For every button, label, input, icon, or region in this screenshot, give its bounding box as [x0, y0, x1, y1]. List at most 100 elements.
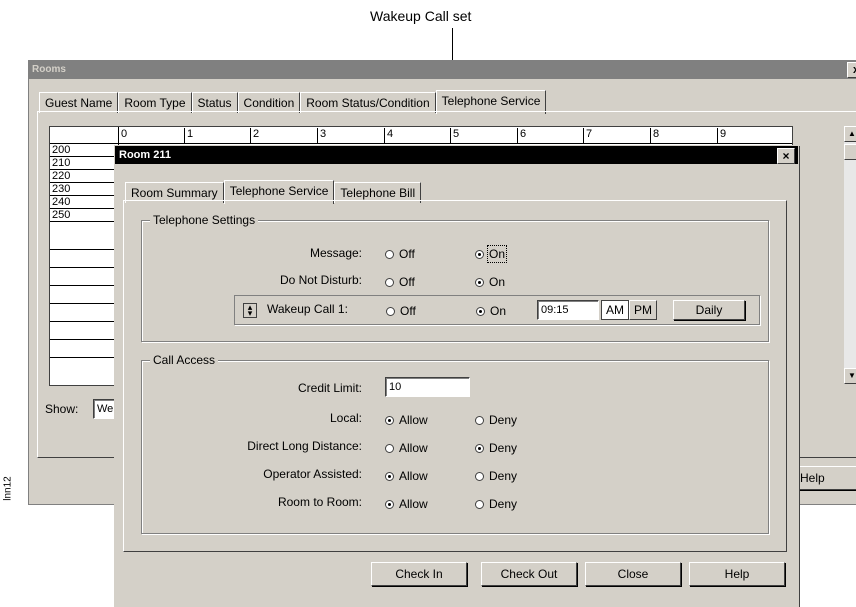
radio-label: On	[486, 245, 508, 263]
tab-room-status-condition[interactable]: Room Status/Condition	[300, 92, 436, 113]
radio-selected-icon	[475, 277, 484, 287]
radio-icon	[385, 443, 394, 453]
tab-room-type[interactable]: Room Type	[118, 92, 192, 113]
operator-allow-radio[interactable]: Allow	[385, 469, 428, 483]
radio-label: Allow	[399, 469, 428, 483]
room-row[interactable]	[50, 327, 118, 340]
dialog-close-icon[interactable]: ×	[777, 148, 795, 164]
room-row[interactable]	[50, 237, 118, 250]
room-row[interactable]	[50, 255, 118, 268]
dld-allow-radio[interactable]: Allow	[385, 441, 428, 455]
radio-selected-icon	[475, 249, 484, 259]
wakeup-time-input[interactable]: 09:15	[537, 300, 599, 320]
operator-deny-radio[interactable]: Deny	[475, 469, 517, 483]
rooms-help-button[interactable]: Help	[795, 466, 856, 490]
call-access-title: Call Access	[150, 353, 219, 367]
radio-selected-icon	[385, 471, 394, 481]
radio-label: Off	[400, 304, 416, 318]
tab-condition[interactable]: Condition	[237, 92, 301, 113]
hour-header: 1	[184, 128, 193, 143]
hour-header: 5	[450, 128, 459, 143]
hour-header: 7	[583, 128, 592, 143]
room-row[interactable]: 200	[50, 144, 118, 157]
radio-label: Deny	[489, 413, 518, 427]
room-to-room-label: Room to Room:	[277, 495, 362, 509]
dnd-off-radio[interactable]: Off	[385, 275, 415, 289]
radio-label: On	[489, 275, 506, 289]
radio-selected-icon	[385, 499, 394, 509]
room-row[interactable]: 240	[50, 196, 118, 209]
wakeup-off-radio[interactable]: Off	[386, 304, 416, 318]
frequency-button[interactable]: Daily	[673, 300, 745, 320]
tab-status[interactable]: Status	[191, 92, 238, 113]
hour-header: 2	[250, 128, 259, 143]
dld-deny-radio[interactable]: Deny	[475, 441, 517, 455]
figure-id-label: lnn12	[2, 476, 14, 501]
close-button[interactable]: Close	[585, 562, 681, 586]
room-row[interactable]: 210	[50, 157, 118, 170]
do-not-disturb-label: Do Not Disturb:	[279, 273, 362, 287]
radio-label: Allow	[399, 497, 428, 511]
message-label: Message:	[309, 246, 362, 260]
room-row[interactable]: 220	[50, 170, 118, 183]
room-row[interactable]: 250	[50, 209, 118, 222]
radio-label: Allow	[399, 441, 428, 455]
spinner-icon[interactable]: ▴ ▾	[243, 303, 257, 318]
radio-selected-icon	[475, 443, 484, 453]
telephone-settings-title: Telephone Settings	[150, 213, 259, 227]
room-to-room-deny-radio[interactable]: Deny	[475, 497, 517, 511]
tab-guest-name[interactable]: Guest Name	[39, 92, 119, 113]
wakeup-on-radio[interactable]: On	[476, 304, 506, 318]
call-access-group: Call Access Credit Limit: 10 Local: Allo…	[141, 353, 769, 534]
wakeup-call-row: ▴ ▾ Wakeup Call 1: Off On 09:15 AM PM Dai…	[234, 295, 760, 325]
radio-icon	[475, 471, 484, 481]
radio-label: Off	[399, 275, 415, 289]
radio-label: Deny	[489, 497, 518, 511]
rooms-close-button[interactable]: x	[847, 62, 856, 78]
grid-hour-header: 0 1 2 3 4 5 6 7 8 9	[50, 127, 792, 144]
scroll-up-icon[interactable]: ▲	[844, 126, 856, 142]
scroll-down-icon[interactable]: ▼	[844, 368, 856, 384]
dialog-title: Room 211	[119, 149, 171, 161]
room-211-dialog: Room 211 × Room Summary Telephone Servic…	[114, 145, 799, 607]
credit-limit-input[interactable]: 10	[385, 377, 470, 397]
hour-header: 3	[317, 128, 326, 143]
local-label: Local:	[329, 411, 362, 425]
rooms-tab-row: Guest Name Room Type Status Condition Ro…	[39, 89, 547, 114]
dnd-on-radio[interactable]: On	[475, 275, 505, 289]
credit-limit-label: Credit Limit:	[297, 381, 362, 395]
radio-label: Off	[399, 247, 415, 261]
scroll-thumb[interactable]	[844, 144, 856, 160]
rooms-titlebar: Rooms x	[29, 61, 856, 79]
radio-icon	[385, 249, 394, 259]
room-row[interactable]: 230	[50, 183, 118, 196]
message-off-radio[interactable]: Off	[385, 247, 415, 261]
message-on-radio[interactable]: On	[475, 245, 508, 263]
show-label: Show:	[45, 402, 79, 416]
callout-label: Wakeup Call set	[370, 8, 472, 24]
room-row[interactable]	[50, 309, 118, 322]
radio-selected-icon	[385, 415, 394, 425]
room-row[interactable]	[50, 345, 118, 358]
operator-assisted-label: Operator Assisted:	[263, 467, 362, 481]
pm-toggle[interactable]: PM	[629, 300, 657, 320]
local-deny-radio[interactable]: Deny	[475, 413, 517, 427]
radio-label: Allow	[399, 413, 428, 427]
am-toggle[interactable]: AM	[601, 300, 629, 320]
direct-long-distance-label: Direct Long Distance:	[247, 439, 362, 453]
check-out-button[interactable]: Check Out	[481, 562, 577, 586]
local-allow-radio[interactable]: Allow	[385, 413, 428, 427]
radio-label: Deny	[489, 469, 518, 483]
radio-selected-icon	[476, 306, 485, 316]
room-row[interactable]	[50, 273, 118, 286]
dialog-titlebar: Room 211 ×	[115, 146, 798, 164]
room-row[interactable]	[50, 291, 118, 304]
hour-header: 8	[650, 128, 659, 143]
help-button[interactable]: Help	[689, 562, 785, 586]
hour-header: 9	[717, 128, 726, 143]
radio-icon	[475, 415, 484, 425]
radio-icon	[386, 306, 395, 316]
check-in-button[interactable]: Check In	[371, 562, 467, 586]
room-to-room-allow-radio[interactable]: Allow	[385, 497, 428, 511]
grid-vertical-scrollbar[interactable]: ▲ ▼	[843, 126, 856, 384]
